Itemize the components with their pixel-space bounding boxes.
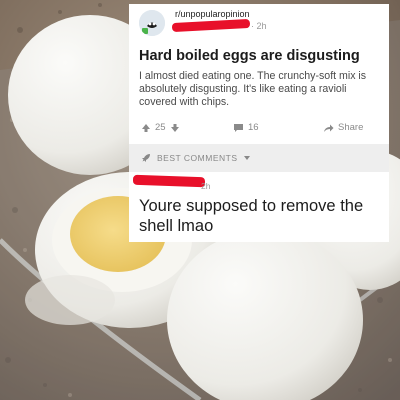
comments-sort-label: BEST COMMENTS bbox=[157, 153, 238, 163]
vote-group: 25 bbox=[141, 122, 180, 133]
reddit-avatar-icon[interactable] bbox=[139, 10, 165, 36]
comments-sort-bar[interactable]: BEST COMMENTS bbox=[129, 144, 389, 172]
post-card[interactable]: r/unpopularopinion · 2h Hard boiled eggs… bbox=[129, 4, 389, 144]
post-body: I almost died eating one. The crunchy-so… bbox=[139, 70, 367, 108]
comment-count: 16 bbox=[248, 122, 259, 133]
upvote-count: 25 bbox=[155, 122, 166, 133]
comment-text: Youre supposed to remove the shell lmao bbox=[139, 197, 364, 235]
share-button[interactable]: Share bbox=[323, 122, 363, 133]
subreddit-name[interactable]: r/unpopularopinion bbox=[175, 9, 250, 19]
username-redaction bbox=[171, 18, 251, 33]
comment-icon bbox=[233, 123, 244, 133]
comment-username-redaction bbox=[132, 174, 206, 188]
post-header: r/unpopularopinion · 2h bbox=[139, 8, 383, 40]
chevron-down-icon[interactable] bbox=[243, 155, 251, 161]
comments-button[interactable]: 16 bbox=[233, 122, 259, 133]
rocket-icon bbox=[141, 153, 151, 163]
comment-card[interactable]: 2h Youre supposed to remove the shell lm… bbox=[129, 172, 389, 242]
share-icon bbox=[323, 123, 334, 133]
post-title[interactable]: Hard boiled eggs are disgusting bbox=[139, 48, 360, 64]
share-label: Share bbox=[338, 122, 364, 133]
downvote-icon[interactable] bbox=[170, 123, 180, 133]
upvote-icon[interactable] bbox=[141, 123, 151, 133]
post-actions: 25 16 Share bbox=[139, 122, 379, 138]
comment-time: 2h bbox=[201, 181, 211, 191]
post-time: · 2h bbox=[251, 21, 267, 31]
